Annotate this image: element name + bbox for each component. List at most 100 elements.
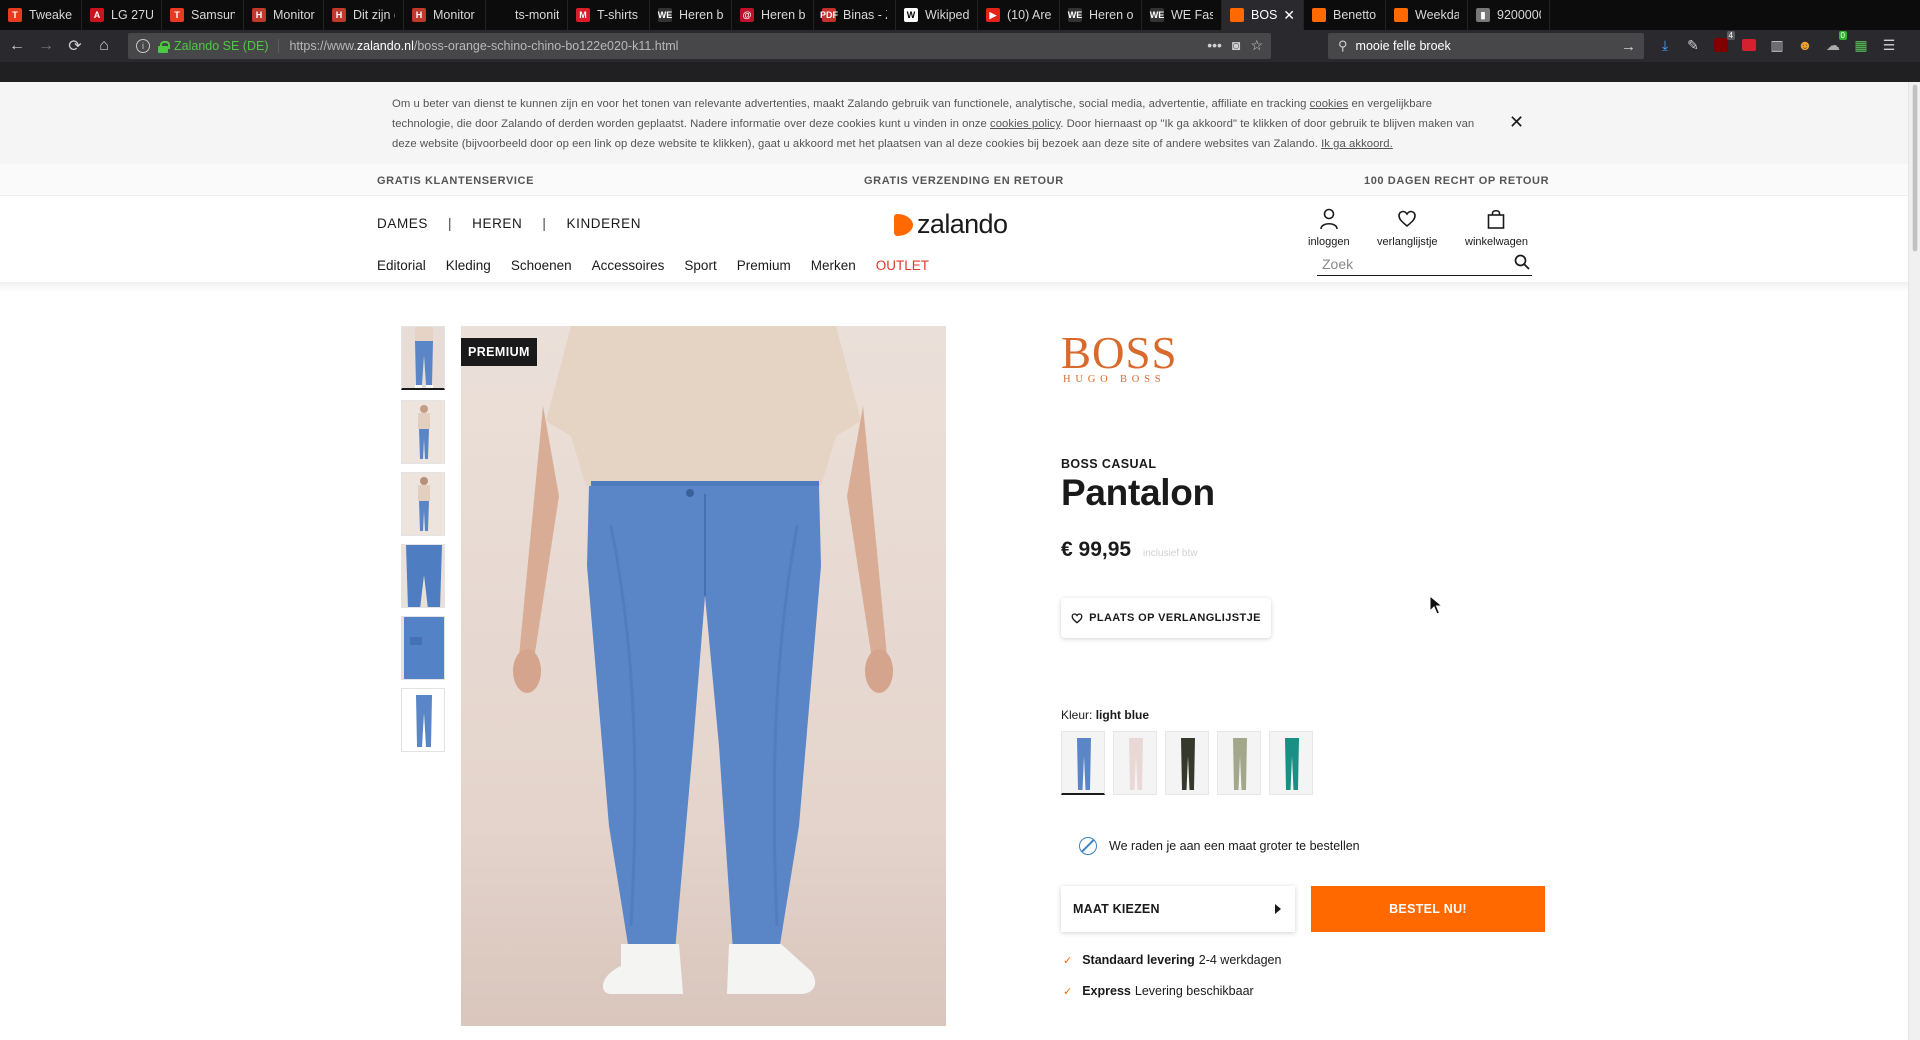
tab-favicon-icon: ▮ bbox=[1476, 8, 1490, 22]
url-prefix: https://www. bbox=[289, 39, 357, 53]
search-input[interactable]: Zoek bbox=[1317, 254, 1532, 276]
tab-close-icon[interactable]: ✕ bbox=[1283, 7, 1295, 24]
pocket-icon[interactable]: ◙ bbox=[1232, 37, 1240, 54]
promo-return-days[interactable]: 100 DAGEN RECHT OP RETOUR bbox=[1364, 175, 1549, 187]
check-icon: ✓ bbox=[1063, 985, 1073, 998]
color-swatch[interactable] bbox=[1269, 731, 1313, 795]
sidebar-icon[interactable]: ▥ bbox=[1768, 34, 1786, 56]
size-advice-icon bbox=[1079, 837, 1097, 855]
cat-merken[interactable]: Merken bbox=[811, 258, 856, 273]
browser-tab[interactable]: WE Heren bro bbox=[650, 0, 732, 30]
browser-tab[interactable]: H Monitor ko bbox=[404, 0, 486, 30]
tab-title: ts-monitor bbox=[515, 8, 559, 22]
home-icon[interactable]: ⌂ bbox=[92, 34, 116, 58]
brand-logo[interactable]: BOSS HUGO BOSS bbox=[1061, 331, 1178, 386]
info-icon[interactable]: i bbox=[136, 39, 150, 53]
promo-customer-service[interactable]: GRATIS KLANTENSERVICE bbox=[377, 175, 534, 187]
browser-tab[interactable]: WE WE Fashio bbox=[1142, 0, 1222, 30]
extension-green-icon[interactable]: ☁ 0 bbox=[1824, 31, 1847, 56]
search-icon[interactable] bbox=[1514, 254, 1530, 273]
cat-accessoires[interactable]: Accessoires bbox=[592, 258, 665, 273]
browser-tab[interactable]: ▶ (10) Are Th bbox=[978, 0, 1060, 30]
zalando-logo[interactable]: zalando bbox=[893, 209, 1008, 240]
promo-free-shipping[interactable]: GRATIS VERZENDING EN RETOUR bbox=[864, 175, 1064, 187]
extension-orange-icon[interactable]: ☻ bbox=[1796, 34, 1814, 56]
page-scrollbar[interactable] bbox=[1908, 82, 1920, 1040]
product-title: Pantalon bbox=[1061, 472, 1215, 513]
close-icon[interactable]: ✕ bbox=[1509, 112, 1524, 133]
nav-dames[interactable]: DAMES bbox=[377, 216, 428, 231]
browser-search-bar[interactable]: ⚲ mooie felle broek → bbox=[1328, 33, 1644, 59]
scrollbar-thumb[interactable] bbox=[1912, 84, 1918, 252]
thumbnail-full-body-2[interactable] bbox=[401, 472, 445, 536]
thumbnail-packshot[interactable] bbox=[401, 688, 445, 752]
bookmark-star-icon[interactable]: ☆ bbox=[1250, 37, 1263, 54]
extension-multi-icon[interactable]: ▦ bbox=[1852, 34, 1870, 56]
browser-tab[interactable]: Weekday V bbox=[1386, 0, 1468, 30]
agree-link[interactable]: Ik ga akkoord. bbox=[1321, 138, 1393, 150]
product-main-image[interactable]: PREMIUM bbox=[461, 326, 946, 1026]
nav-heren[interactable]: HEREN bbox=[472, 216, 522, 231]
forward-icon[interactable]: → bbox=[34, 34, 58, 58]
green-badge: 0 bbox=[1838, 31, 1847, 40]
cookie-text-part: Om u beter van dienst te kunnen zijn en … bbox=[392, 98, 1310, 110]
back-icon[interactable]: ← bbox=[5, 34, 29, 58]
browser-tab[interactable]: ▮ 920000003 bbox=[1468, 0, 1550, 30]
size-select-button[interactable]: MAAT KIEZEN bbox=[1061, 886, 1295, 932]
browser-tab[interactable]: @ Heren bro bbox=[732, 0, 814, 30]
url-text[interactable]: https://www.zalando.nl/boss-orange-schin… bbox=[289, 39, 678, 53]
heart-icon bbox=[1397, 206, 1417, 232]
nav-kinderen[interactable]: KINDEREN bbox=[567, 216, 642, 231]
browser-search-value[interactable]: mooie felle broek bbox=[1356, 39, 1451, 53]
search-go-icon[interactable]: → bbox=[1621, 38, 1636, 55]
wrench-icon[interactable]: ✎ bbox=[1684, 34, 1702, 56]
cat-sport[interactable]: Sport bbox=[684, 258, 716, 273]
thumbnail-detail[interactable] bbox=[401, 616, 445, 680]
color-swatch[interactable] bbox=[1113, 731, 1157, 795]
browser-tab[interactable]: PDF Binas - Zes bbox=[814, 0, 896, 30]
menu-icon[interactable]: ☰ bbox=[1880, 34, 1898, 56]
reload-icon[interactable]: ⟳ bbox=[63, 34, 87, 58]
wishlist-button[interactable]: verlanglijstje bbox=[1377, 206, 1438, 248]
color-swatch[interactable] bbox=[1061, 731, 1105, 795]
cookies-policy-link[interactable]: cookies policy bbox=[990, 118, 1060, 130]
thumbnail-front[interactable] bbox=[401, 326, 445, 390]
cat-outlet[interactable]: OUTLET bbox=[876, 258, 929, 273]
promo-bar: GRATIS KLANTENSERVICE GRATIS VERZENDING … bbox=[0, 164, 1908, 196]
thumbnail-full-body[interactable] bbox=[401, 400, 445, 464]
toolbar-strip bbox=[0, 62, 1920, 82]
extension-red-icon[interactable] bbox=[1740, 34, 1758, 56]
browser-tab[interactable]: WE Heren over bbox=[1060, 0, 1142, 30]
download-icon[interactable]: ⤓ bbox=[1656, 34, 1674, 56]
tab-title: Dit zijn de bbox=[353, 8, 395, 22]
color-swatch[interactable] bbox=[1217, 731, 1261, 795]
browser-tab[interactable]: T Samsung U bbox=[162, 0, 244, 30]
brand-name[interactable]: BOSS CASUAL bbox=[1061, 457, 1156, 471]
cart-button[interactable]: winkelwagen bbox=[1465, 206, 1528, 248]
ublock-icon[interactable]: 4 bbox=[1712, 31, 1735, 56]
add-to-wishlist-button[interactable]: PLAATS OP VERLANGLIJSTJE bbox=[1061, 598, 1271, 638]
browser-tab[interactable]: BOSS O ✕ bbox=[1222, 0, 1304, 30]
tab-title: Benetton B bbox=[1333, 8, 1377, 22]
cat-schoenen[interactable]: Schoenen bbox=[511, 258, 572, 273]
browser-tab[interactable]: A LG 27UD58 bbox=[82, 0, 162, 30]
site-identity[interactable]: Zalando SE (DE) bbox=[174, 39, 280, 53]
login-button[interactable]: inloggen bbox=[1308, 206, 1350, 248]
cat-editorial[interactable]: Editorial bbox=[377, 258, 426, 273]
order-now-button[interactable]: BESTEL NU! bbox=[1311, 886, 1545, 932]
cat-premium[interactable]: Premium bbox=[737, 258, 791, 273]
browser-tab[interactable]: Benetton B bbox=[1304, 0, 1386, 30]
cookies-link[interactable]: cookies bbox=[1310, 98, 1349, 110]
url-bar[interactable]: i Zalando SE (DE) https://www.zalando.nl… bbox=[128, 33, 1271, 59]
page-actions-icon[interactable]: ••• bbox=[1207, 37, 1222, 54]
browser-tab[interactable]: ts-monitor bbox=[486, 0, 568, 30]
browser-tab[interactable]: H Monitor re bbox=[244, 0, 324, 30]
color-swatch[interactable] bbox=[1165, 731, 1209, 795]
browser-tab[interactable]: M T-shirts & S bbox=[568, 0, 650, 30]
cat-kleding[interactable]: Kleding bbox=[446, 258, 491, 273]
browser-tab[interactable]: H Dit zijn de bbox=[324, 0, 404, 30]
thumbnail-back[interactable] bbox=[401, 544, 445, 608]
browser-tab[interactable]: W Wikipedia, bbox=[896, 0, 978, 30]
browser-tab[interactable]: T Tweakers bbox=[0, 0, 82, 30]
browser-nav-bar: ← → ⟳ ⌂ i Zalando SE (DE) https://www.za… bbox=[0, 30, 1920, 62]
